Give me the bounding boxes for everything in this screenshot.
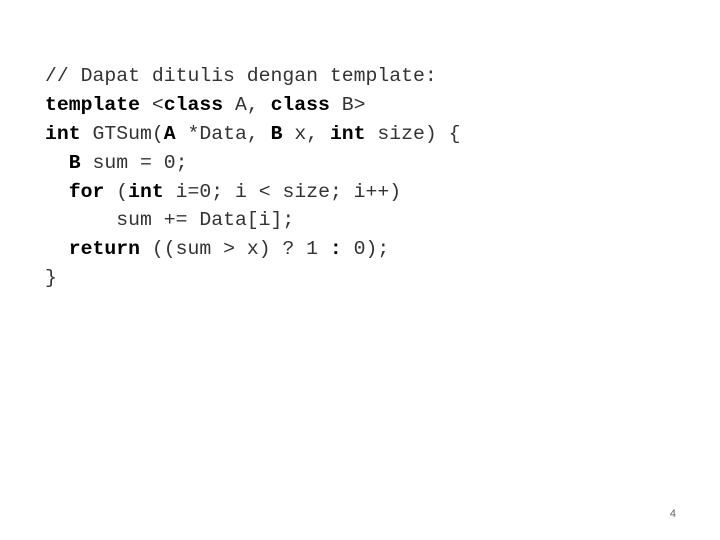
page-number: 4 — [669, 508, 676, 520]
code-line: return ((sum > x) ? 1 : 0); — [45, 235, 461, 264]
code-text: 0); — [341, 238, 390, 261]
code-text: ( — [104, 180, 129, 203]
code-line: B sum = 0; — [45, 149, 461, 178]
code-text: ((sum > x) ? 1 — [139, 238, 330, 261]
code-keyword: B — [68, 151, 81, 174]
code-keyword: class — [163, 93, 224, 116]
code-keyword: B — [270, 122, 283, 145]
code-keyword: return — [68, 238, 140, 261]
code-text: } — [45, 267, 57, 290]
code-line: } — [45, 264, 461, 293]
code-line: template <class A, class B> — [45, 91, 461, 120]
code-keyword: for — [68, 180, 105, 203]
code-line: // Dapat ditulis dengan template: — [45, 62, 461, 91]
code-keyword: : — [329, 238, 342, 261]
code-line: int GTSum(A *Data, B x, int size) { — [45, 120, 461, 149]
code-line: for (int i=0; i < size; i++) — [45, 178, 461, 207]
code-keyword: int — [329, 122, 366, 145]
code-text: A, — [223, 93, 271, 116]
code-keyword: int — [45, 122, 81, 145]
code-text: i=0; i < size; i++) — [163, 180, 402, 203]
code-text: size) { — [365, 122, 461, 145]
code-keyword: class — [270, 93, 330, 116]
code-text: sum = 0; — [80, 151, 188, 174]
code-line: sum += Data[i]; — [45, 206, 461, 235]
code-block: // Dapat ditulis dengan template: templat… — [45, 62, 461, 293]
code-keyword: int — [128, 180, 164, 203]
code-text: *Data, — [175, 122, 271, 145]
code-text: GTSum( — [80, 122, 164, 145]
code-text: // Dapat ditulis dengan template: — [45, 65, 437, 87]
code-keyword: A — [163, 122, 176, 145]
code-keyword: template — [45, 93, 140, 116]
code-text: x, — [282, 122, 330, 145]
code-text: B> — [329, 93, 366, 116]
code-text: < — [139, 93, 164, 116]
code-text: sum += Data[i]; — [116, 209, 295, 232]
slide: // Dapat ditulis dengan template: templat… — [0, 0, 720, 540]
